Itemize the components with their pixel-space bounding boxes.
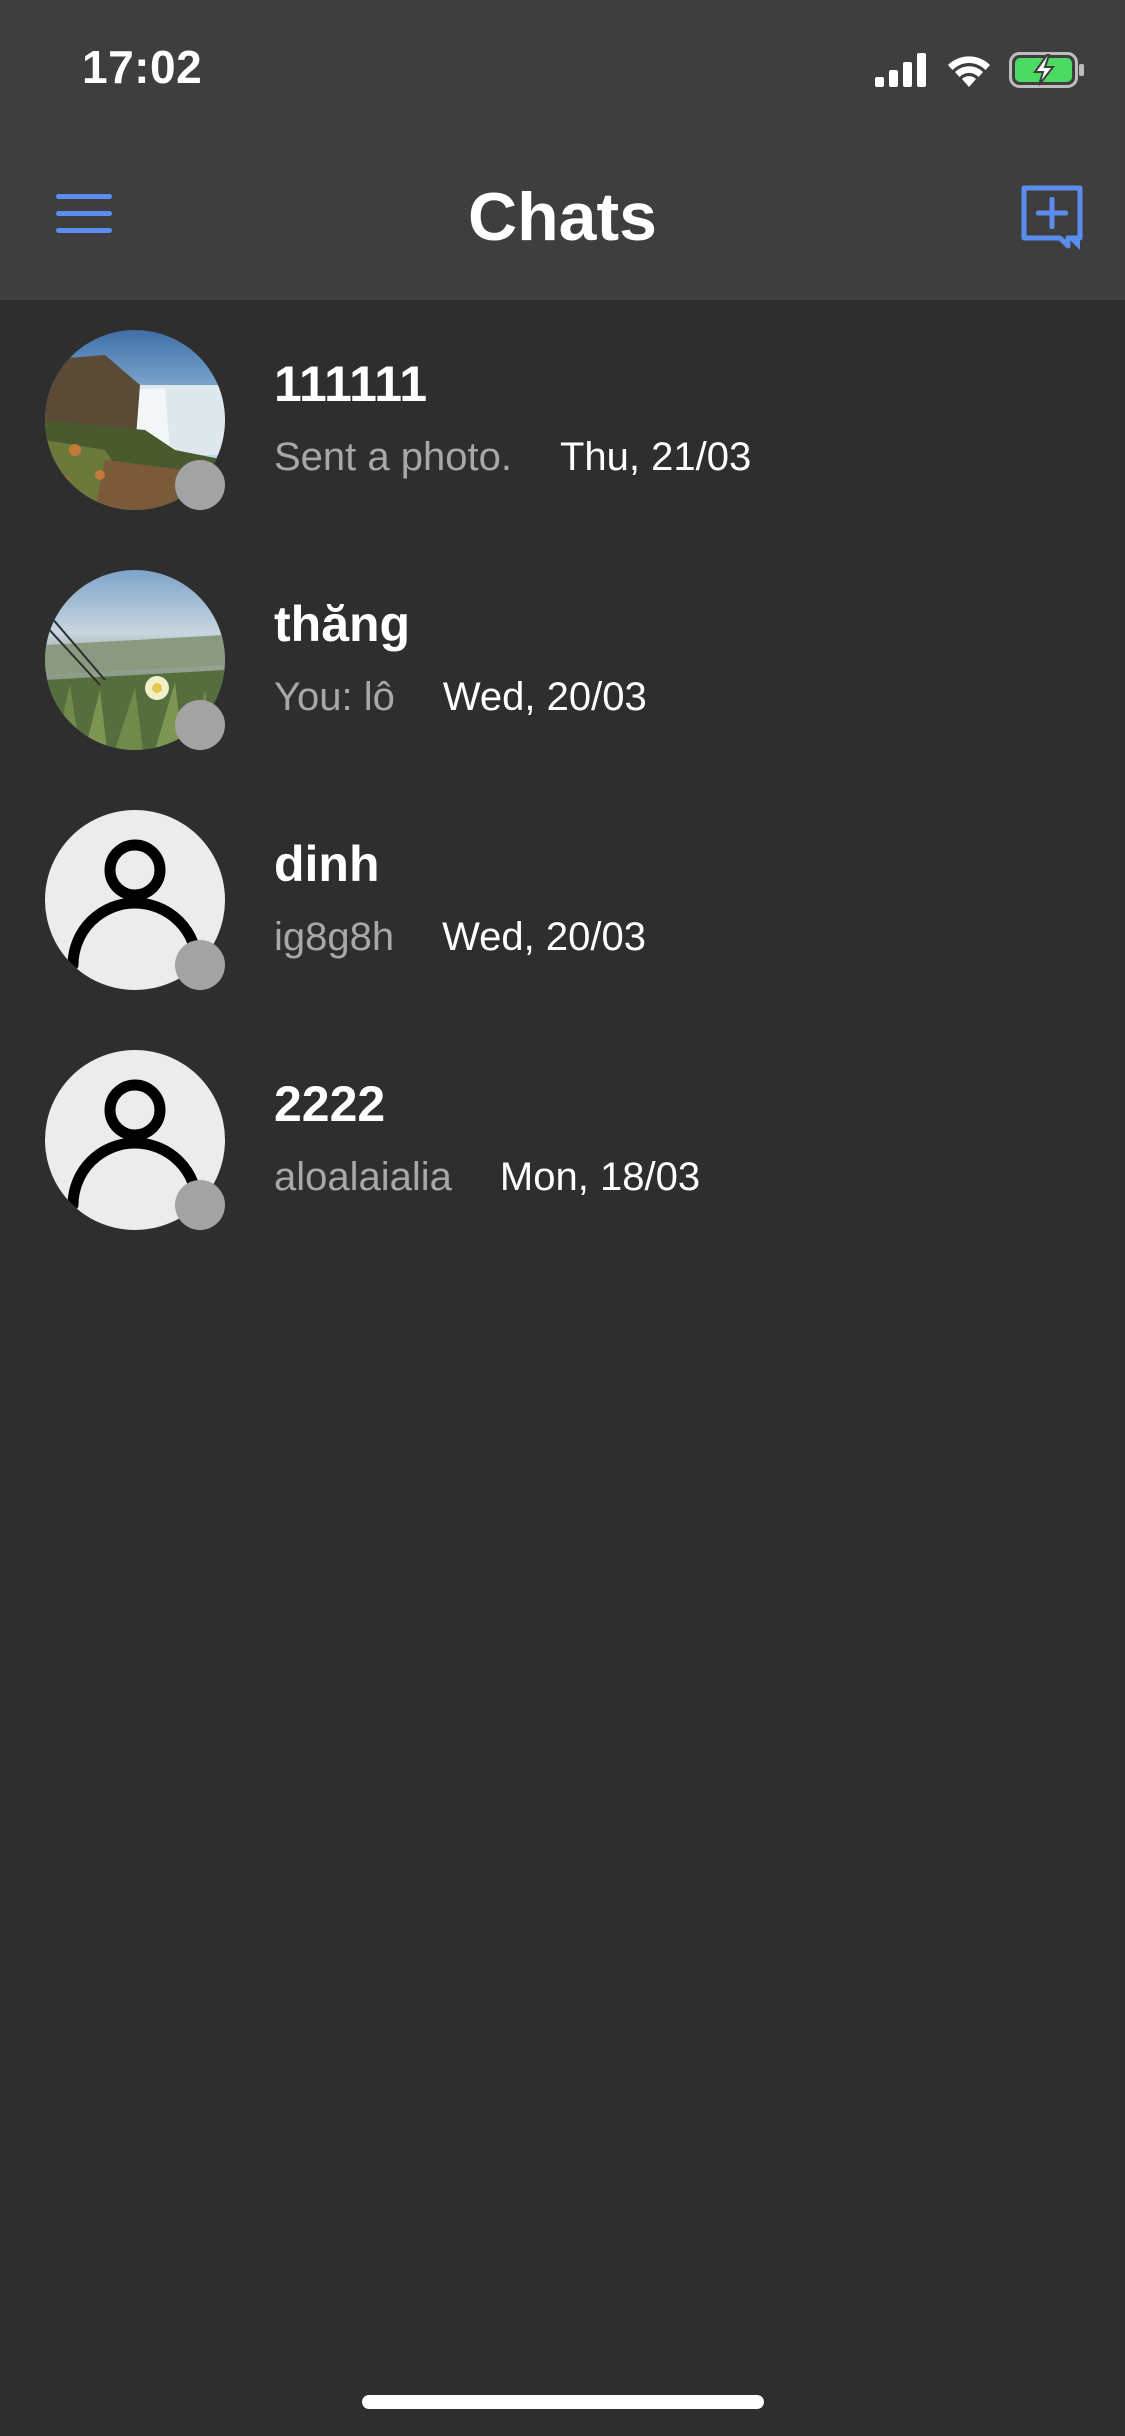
avatar-container (45, 1050, 225, 1230)
chats-screen: 17:02 Chats 111111 Sent a photo. Thu, 21… (0, 0, 1125, 2436)
status-time: 17:02 (82, 41, 203, 93)
chat-meta: Sent a photo. Thu, 21/03 (274, 435, 751, 480)
top-bar: 17:02 Chats (0, 0, 1125, 300)
presence-indicator (175, 940, 225, 990)
chat-row[interactable]: thăng You: lô Wed, 20/03 (0, 540, 1125, 780)
avatar-container (45, 810, 225, 990)
avatar-container (45, 330, 225, 510)
chat-name: dinh (274, 836, 380, 892)
new-chat-button[interactable] (1020, 184, 1086, 250)
message-preview: Sent a photo. (274, 435, 512, 479)
message-date: Wed, 20/03 (442, 915, 646, 959)
chat-row[interactable]: 111111 Sent a photo. Thu, 21/03 (0, 300, 1125, 540)
message-preview: ig8g8h (274, 915, 395, 959)
chat-name: 111111 (274, 356, 428, 412)
presence-indicator (175, 460, 225, 510)
battery-charging-icon (1009, 52, 1084, 88)
avatar-container (45, 570, 225, 750)
presence-indicator (175, 700, 225, 750)
chat-row[interactable]: dinh ig8g8h Wed, 20/03 (0, 780, 1125, 1020)
chat-meta: aloalaialia Mon, 18/03 (274, 1155, 700, 1200)
chat-meta: ig8g8h Wed, 20/03 (274, 915, 646, 960)
page-title: Chats (468, 179, 657, 255)
message-date: Thu, 21/03 (559, 435, 752, 479)
chat-meta: You: lô Wed, 20/03 (274, 675, 647, 720)
home-indicator[interactable] (362, 2395, 764, 2409)
message-preview: You: lô (274, 675, 395, 719)
cellular-signal-icon (875, 53, 926, 87)
new-chat-icon (1021, 185, 1083, 250)
presence-indicator (175, 1180, 225, 1230)
chat-row[interactable]: 2222 aloalaialia Mon, 18/03 (0, 1020, 1125, 1260)
chat-name: thăng (274, 596, 411, 652)
message-preview: aloalaialia (274, 1155, 452, 1199)
message-date: Wed, 20/03 (442, 675, 647, 719)
chat-name: 2222 (274, 1076, 386, 1132)
status-icons (875, 48, 1085, 92)
message-date: Mon, 18/03 (499, 1155, 701, 1199)
wifi-icon (948, 56, 990, 87)
chat-list: 111111 Sent a photo. Thu, 21/03 thăng Yo… (0, 300, 1125, 1260)
